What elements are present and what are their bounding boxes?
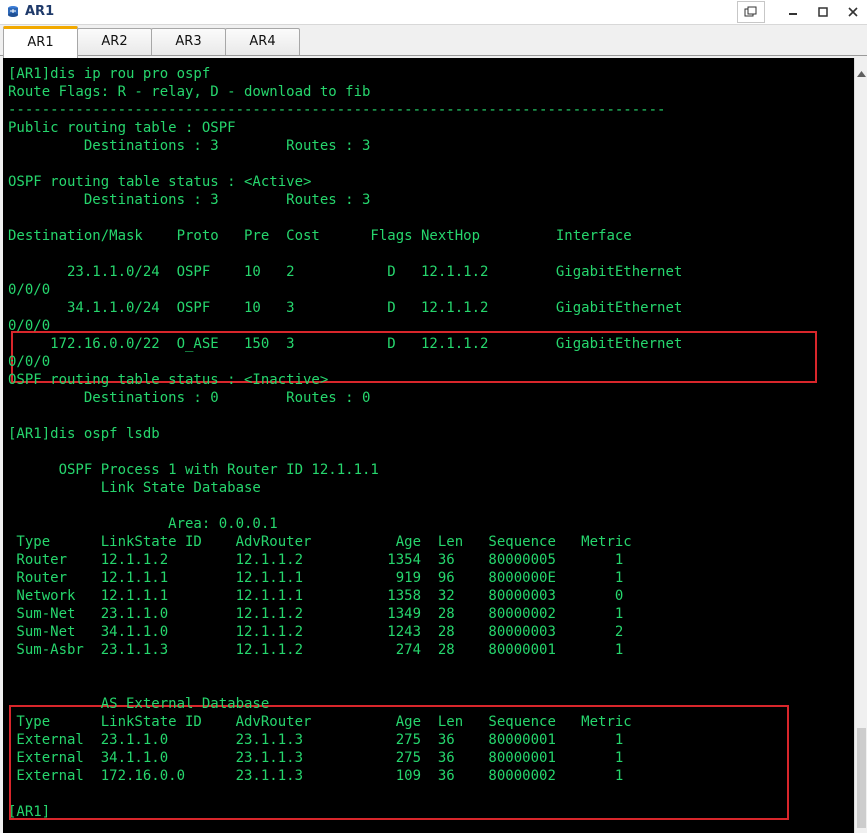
terminal-line: 23.1.1.0/24 OSPF 10 2 D 12.1.1.2 Gigabit… [8, 264, 683, 280]
terminal-line: Area: 0.0.0.1 [8, 516, 278, 532]
terminal-line: External 34.1.1.0 23.1.1.3 275 36 800000… [8, 750, 624, 766]
terminal-line: OSPF routing table status : <Active> [8, 174, 312, 190]
terminal-line: [AR1]dis ip rou pro ospf [8, 66, 211, 82]
terminal-line: Sum-Asbr 23.1.1.3 12.1.1.2 274 28 800000… [8, 642, 624, 658]
terminal-line: Destinations : 0 Routes : 0 [8, 390, 371, 406]
terminal-line: Destinations : 3 Routes : 3 [8, 192, 371, 208]
terminal-line: Type LinkState ID AdvRouter Age Len Sequ… [8, 534, 632, 550]
terminal-line: External 172.16.0.0 23.1.1.3 109 36 8000… [8, 768, 624, 784]
tab-bar: AR1 AR2 AR3 AR4 [0, 25, 867, 58]
scrollbar-thumb[interactable] [857, 728, 866, 828]
terminal-line: 0/0/0 [8, 282, 51, 298]
scroll-up-arrow-icon[interactable] [857, 62, 866, 81]
terminal-line: Sum-Net 23.1.1.0 12.1.1.2 1349 28 800000… [8, 606, 624, 622]
terminal-line: 172.16.0.0/22 O_ASE 150 3 D 12.1.1.2 Gig… [8, 336, 683, 352]
minimize-icon [788, 2, 798, 21]
terminal-line: Destinations : 3 Routes : 3 [8, 138, 371, 154]
terminal-line: External 23.1.1.0 23.1.1.3 275 36 800000… [8, 732, 624, 748]
tab-ar4[interactable]: AR4 [225, 28, 300, 55]
close-button[interactable] [840, 0, 866, 22]
terminal-line: OSPF Process 1 with Router ID 12.1.1.1 [8, 462, 379, 478]
vertical-scrollbar[interactable] [854, 58, 867, 833]
terminal-line: [AR1] [8, 804, 51, 820]
tab-ar1[interactable]: AR1 [3, 26, 78, 58]
window-title: AR1 [25, 4, 55, 19]
terminal-line: Sum-Net 34.1.1.0 12.1.1.2 1243 28 800000… [8, 624, 624, 640]
title-bar: AR1 [0, 0, 867, 25]
tab-ar2[interactable]: AR2 [77, 28, 152, 55]
terminal-line: 0/0/0 [8, 318, 51, 334]
maximize-button[interactable] [810, 0, 836, 22]
terminal-line: Route Flags: R - relay, D - download to … [8, 84, 371, 100]
terminal-line: Router 12.1.1.1 12.1.1.1 919 96 8000000E… [8, 570, 624, 586]
router-app-icon [5, 4, 21, 20]
terminal-line: AS External Database [8, 696, 270, 712]
restore-window-button[interactable] [737, 1, 765, 23]
terminal-line: Router 12.1.1.2 12.1.1.2 1354 36 8000000… [8, 552, 624, 568]
terminal-line: [AR1]dis ospf lsdb [8, 426, 160, 442]
terminal-line: Link State Database [8, 480, 261, 496]
minimize-button[interactable] [780, 0, 806, 22]
terminal-line: Type LinkState ID AdvRouter Age Len Sequ… [8, 714, 632, 730]
terminal-line: Destination/Mask Proto Pre Cost Flags Ne… [8, 228, 632, 244]
close-icon [848, 2, 858, 21]
terminal-line: OSPF routing table status : <Inactive> [8, 372, 329, 388]
maximize-icon [818, 2, 828, 21]
terminal-line: Network 12.1.1.1 12.1.1.1 1358 32 800000… [8, 588, 624, 604]
terminal-console[interactable]: [AR1]dis ip rou pro ospf Route Flags: R -… [3, 58, 854, 833]
terminal-line: ----------------------------------------… [8, 102, 666, 118]
terminal-line: 0/0/0 [8, 354, 51, 370]
terminal-line: 34.1.1.0/24 OSPF 10 3 D 12.1.1.2 Gigabit… [8, 300, 683, 316]
restore-window-icon [744, 3, 758, 22]
tab-ar3[interactable]: AR3 [151, 28, 226, 55]
terminal-line: Public routing table : OSPF [8, 120, 236, 136]
